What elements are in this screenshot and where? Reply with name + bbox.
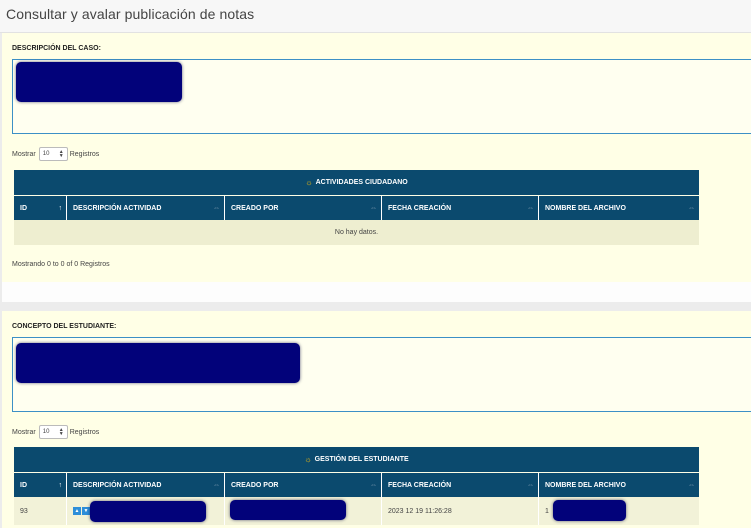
empty-table-message: No hay datos. bbox=[14, 220, 699, 245]
page-header: Consultar y avalar publicación de notas bbox=[0, 0, 751, 33]
table-header: ID ↑ DESCRIPCIÓN ACTIVIDAD ⇔ CREADO POR ⇔ F… bbox=[14, 473, 699, 497]
sort-arrows-icon: ⇔ bbox=[213, 481, 220, 489]
cell-created-date: 2023 12 19 11:26:28 bbox=[382, 497, 539, 525]
student-concept-panel: CONCEPTO DEL ESTUDIANTE: Mostrar 10 ▲ ▼ R… bbox=[2, 311, 751, 528]
student-management-table: ☼ GESTIÓN DEL ESTUDIANTE ID ↑ DESCRIPCIÓN… bbox=[14, 447, 699, 525]
show-label: Mostrar bbox=[12, 150, 36, 158]
table-caption-text: ACTIVIDADES CIUDADANO bbox=[315, 179, 408, 186]
arrow-up-icon[interactable]: ▲ bbox=[73, 507, 81, 515]
page-length-select[interactable]: 10 ▲ ▼ bbox=[38, 147, 68, 161]
column-label: ID bbox=[20, 481, 27, 489]
updown-icon: ▲ ▼ bbox=[58, 427, 64, 437]
redacted-text bbox=[230, 500, 346, 520]
show-label: Mostrar bbox=[12, 428, 36, 436]
sort-arrows-icon: ⇔ bbox=[527, 204, 534, 212]
column-header-created-date[interactable]: FECHA CREACIÓN ⇔ bbox=[382, 473, 539, 497]
cell-file-name[interactable]: 1 bbox=[539, 497, 699, 525]
redacted-text bbox=[16, 62, 182, 102]
column-label: CREADO POR bbox=[231, 481, 279, 489]
sort-arrows-icon: ⇔ bbox=[370, 481, 377, 489]
redacted-text bbox=[16, 343, 300, 383]
sort-arrows-icon: ⇔ bbox=[213, 204, 220, 212]
table-header: ID ↑ DESCRIPCIÓN ACTIVIDAD ⇔ CREADO POR ⇔ F… bbox=[14, 196, 699, 220]
sort-arrows-icon: ⇔ bbox=[688, 204, 695, 212]
column-label: NOMBRE DEL ARCHIVO bbox=[545, 481, 626, 489]
redacted-text bbox=[90, 501, 206, 522]
case-description-panel: DESCRIPCIÓN DEL CASO: Mostrar 10 ▲ ▼ Regi… bbox=[2, 33, 751, 282]
records-label: Registros bbox=[69, 150, 100, 158]
column-label: DESCRIPCIÓN ACTIVIDAD bbox=[73, 481, 162, 489]
page-title: Consultar y avalar publicación de notas bbox=[6, 6, 255, 22]
cell-description: ▲ ▼ bbox=[67, 497, 225, 525]
column-header-file-name[interactable]: NOMBRE DEL ARCHIVO ⇔ bbox=[539, 473, 699, 497]
cell-id: 93 bbox=[14, 497, 67, 525]
table-info: Mostrando 0 to 0 of 0 Registros bbox=[12, 261, 110, 268]
table-row[interactable]: 93 ▲ ▼ 2023 12 19 11:26:28 1 bbox=[14, 497, 699, 525]
column-label: FECHA CREACIÓN bbox=[388, 204, 452, 212]
column-header-id[interactable]: ID ↑ bbox=[14, 473, 67, 497]
page-length-value: 10 bbox=[42, 429, 50, 435]
student-concept-textarea[interactable] bbox=[12, 337, 751, 412]
column-header-description[interactable]: DESCRIPCIÓN ACTIVIDAD ⇔ bbox=[67, 473, 225, 497]
table-caption: ☼ GESTIÓN DEL ESTUDIANTE bbox=[14, 447, 699, 473]
page-length-value: 10 bbox=[42, 151, 50, 157]
table-caption-text: GESTIÓN DEL ESTUDIANTE bbox=[314, 456, 409, 463]
sun-icon: ☼ bbox=[305, 178, 313, 187]
student-concept-label: CONCEPTO DEL ESTUDIANTE: bbox=[12, 323, 117, 330]
sort-ascending-icon: ↑ bbox=[58, 481, 63, 489]
arrow-down-icon[interactable]: ▼ bbox=[82, 507, 90, 515]
records-label: Registros bbox=[69, 428, 100, 436]
citizen-activities-table: ☼ ACTIVIDADES CIUDADANO ID ↑ DESCRIPCIÓN … bbox=[14, 170, 699, 245]
column-header-created-by[interactable]: CREADO POR ⇔ bbox=[225, 473, 382, 497]
column-label: ID bbox=[20, 204, 27, 212]
sort-arrows-icon: ⇔ bbox=[370, 204, 377, 212]
sort-arrows-icon: ⇔ bbox=[688, 481, 695, 489]
section-divider bbox=[2, 282, 751, 302]
column-header-created-date[interactable]: FECHA CREACIÓN ⇔ bbox=[382, 196, 539, 220]
column-label: CREADO POR bbox=[231, 204, 279, 212]
column-label: FECHA CREACIÓN bbox=[388, 481, 452, 489]
column-header-created-by[interactable]: CREADO POR ⇔ bbox=[225, 196, 382, 220]
page-length-select[interactable]: 10 ▲ ▼ bbox=[38, 425, 68, 439]
case-description-textarea[interactable] bbox=[12, 59, 751, 134]
column-label: DESCRIPCIÓN ACTIVIDAD bbox=[73, 204, 162, 212]
sun-icon: ☼ bbox=[304, 455, 312, 464]
column-label: NOMBRE DEL ARCHIVO bbox=[545, 204, 626, 212]
sort-ascending-icon: ↑ bbox=[58, 204, 63, 212]
page-length-control: Mostrar 10 ▲ ▼ Registros bbox=[12, 147, 99, 161]
cell-created-by bbox=[225, 497, 382, 525]
updown-icon: ▲ ▼ bbox=[58, 149, 64, 159]
column-header-id[interactable]: ID ↑ bbox=[14, 196, 67, 220]
column-header-description[interactable]: DESCRIPCIÓN ACTIVIDAD ⇔ bbox=[67, 196, 225, 220]
column-header-file-name[interactable]: NOMBRE DEL ARCHIVO ⇔ bbox=[539, 196, 699, 220]
page-length-control: Mostrar 10 ▲ ▼ Registros bbox=[12, 425, 99, 439]
file-name-prefix: 1 bbox=[545, 507, 549, 515]
sort-arrows-icon: ⇔ bbox=[527, 481, 534, 489]
case-description-label: DESCRIPCIÓN DEL CASO: bbox=[12, 45, 101, 52]
table-caption: ☼ ACTIVIDADES CIUDADANO bbox=[14, 170, 699, 196]
redacted-text bbox=[553, 500, 626, 521]
